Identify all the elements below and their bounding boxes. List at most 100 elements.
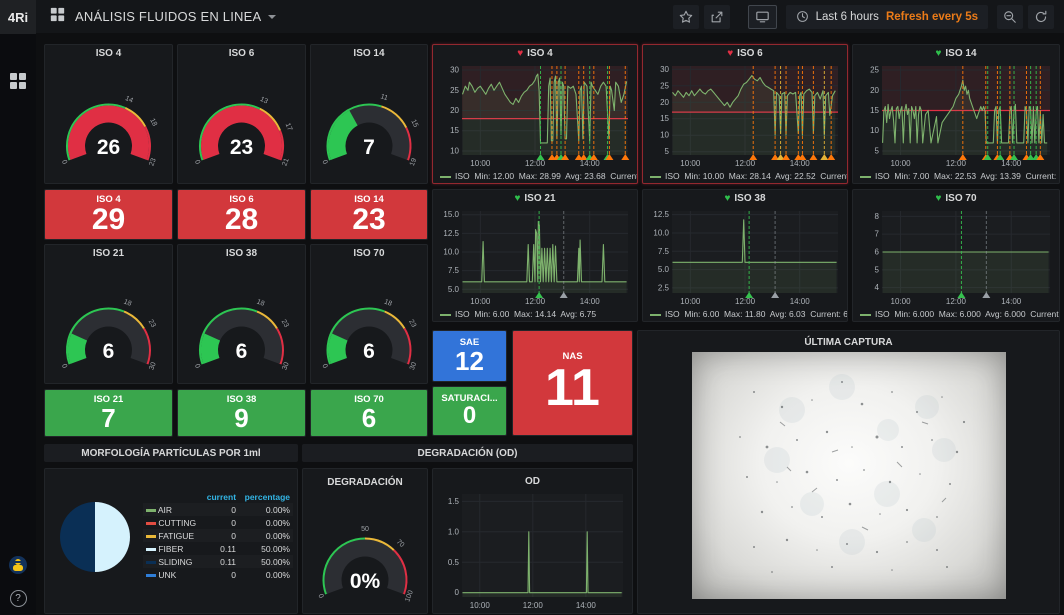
series-swatch <box>146 535 156 538</box>
svg-text:18: 18 <box>123 298 133 307</box>
panel-title[interactable]: ISO 38 <box>178 248 305 259</box>
svg-text:5.0: 5.0 <box>658 265 670 274</box>
panel-title[interactable]: ISO 14 <box>311 48 427 59</box>
stat-iso6[interactable]: ISO 6 28 <box>177 189 306 240</box>
legend-swatch <box>440 314 451 316</box>
svg-text:6: 6 <box>875 248 880 257</box>
refresh-button[interactable] <box>1028 5 1054 29</box>
gauge-iso14[interactable]: 01115197 <box>311 67 427 179</box>
alert-heart-icon: ♥ <box>517 48 523 59</box>
timeseries-chart-iso21[interactable]: 5.07.510.012.515.010:0012:0014:00 <box>437 208 633 307</box>
svg-text:7.5: 7.5 <box>658 247 670 256</box>
zoom-out-button[interactable] <box>997 5 1023 29</box>
tv-mode-button[interactable] <box>748 5 777 29</box>
refresh-interval-label[interactable]: Refresh every 5s <box>886 11 978 23</box>
chevron-down-icon <box>268 15 276 19</box>
user-avatar[interactable] <box>8 555 28 580</box>
legend-column-header[interactable]: current <box>202 491 239 503</box>
stat-saturacion[interactable]: SATURACI... 0 <box>432 386 507 436</box>
dashboard-title[interactable]: ANÁLISIS FLUIDOS EN LINEA <box>75 9 261 24</box>
svg-text:5: 5 <box>875 146 880 155</box>
svg-text:12.5: 12.5 <box>653 210 669 219</box>
legend-row[interactable]: UNK00.00% <box>143 568 293 581</box>
panel-title[interactable]: ÚLTIMA CAPTURA <box>638 337 1059 348</box>
svg-text:10:00: 10:00 <box>891 159 912 168</box>
panel-title[interactable]: ISO 4 <box>45 48 172 59</box>
stat-nas[interactable]: NAS 11 <box>512 330 633 436</box>
svg-text:12:00: 12:00 <box>946 297 967 306</box>
stat-iso38[interactable]: ISO 38 9 <box>177 389 306 437</box>
stat-iso14[interactable]: ISO 14 23 <box>310 189 428 240</box>
panel-title[interactable]: ISO 70 <box>311 248 427 259</box>
gauge-iso70[interactable]: 01823306 <box>311 271 427 383</box>
legend-swatch <box>440 176 451 178</box>
svg-text:14:00: 14:00 <box>576 601 597 610</box>
svg-text:0: 0 <box>193 159 201 165</box>
series-swatch <box>146 548 156 551</box>
share-button[interactable] <box>704 5 730 29</box>
legend-row[interactable]: CUTTING00.00% <box>143 516 293 529</box>
svg-text:8: 8 <box>875 212 880 221</box>
stat-iso21[interactable]: ISO 21 7 <box>44 389 173 437</box>
help-icon[interactable]: ? <box>10 590 27 607</box>
row-header-degradation[interactable]: DEGRADACIÓN (OD) <box>302 444 633 462</box>
stat-iso70[interactable]: ISO 70 6 <box>310 389 428 437</box>
svg-text:0: 0 <box>60 363 68 369</box>
dashboard-grid-icon[interactable] <box>50 7 65 27</box>
morphology-pie-chart[interactable] <box>49 485 141 608</box>
series-swatch <box>146 509 156 512</box>
svg-text:23: 23 <box>407 319 417 329</box>
legend-text: ISO Min: 6.00 Max: 14.14 Avg: 6.75 <box>455 309 596 319</box>
morphology-legend-table: currentpercentage AIR00.00% CUTTING00.00… <box>143 491 293 581</box>
svg-text:6: 6 <box>103 340 115 363</box>
alert-heart-icon: ♥ <box>514 193 520 204</box>
timeseries-chart-iso6[interactable]: 5101520253010:0012:0014:00 <box>647 63 843 169</box>
stat-iso4[interactable]: ISO 4 29 <box>44 189 173 240</box>
svg-text:10: 10 <box>870 126 879 135</box>
svg-text:30: 30 <box>148 361 157 371</box>
legend-row[interactable]: FATIGUE00.00% <box>143 529 293 542</box>
svg-text:7: 7 <box>875 230 880 239</box>
time-range-picker[interactable]: Last 6 hours Refresh every 5s <box>786 5 988 29</box>
gauge-iso6[interactable]: 013172123 <box>178 67 305 179</box>
timeseries-chart-od[interactable]: 00.51.01.510:0012:0014:00 <box>437 491 628 611</box>
panel-title[interactable]: ISO 6 <box>178 48 305 59</box>
svg-text:10: 10 <box>450 146 459 155</box>
dashboards-icon[interactable] <box>9 72 27 95</box>
timeseries-chart-iso14[interactable]: 51015202510:0012:0014:00 <box>857 63 1055 169</box>
svg-text:30: 30 <box>409 361 418 371</box>
panel-title[interactable]: DEGRADACIÓN <box>303 477 427 488</box>
panel-title: ISO 14 <box>945 48 976 59</box>
legend-text: ISO Min: 12.00 Max: 28.99 Avg: 23.68 Cur… <box>455 171 638 181</box>
timeseries-chart-iso4[interactable]: 101520253010:0012:0014:00 <box>437 63 633 169</box>
svg-text:12:00: 12:00 <box>946 159 967 168</box>
gauge-iso38[interactable]: 01823306 <box>178 271 305 383</box>
row-header-morphology[interactable]: MORFOLOGÍA PARTÍCULAS POR 1ml <box>44 444 298 462</box>
svg-text:6: 6 <box>236 340 248 363</box>
stat-value: 29 <box>92 205 125 236</box>
org-logo[interactable]: 4Ri <box>0 0 36 34</box>
svg-text:21: 21 <box>281 157 290 167</box>
svg-text:70: 70 <box>395 538 406 549</box>
gauge-iso4[interactable]: 014182326 <box>45 67 172 179</box>
panel-title[interactable]: ISO 21 <box>45 248 172 259</box>
panel-timeseries-iso4: ♥ISO 4 101520253010:0012:0014:00 ISO Min… <box>432 44 638 184</box>
gauge-degradacion[interactable]: 050701000% <box>303 501 427 613</box>
alert-heart-icon: ♥ <box>724 193 730 204</box>
legend-row[interactable]: SLIDING0.1150.00% <box>143 555 293 568</box>
timeseries-chart-iso70[interactable]: 4567810:0012:0014:00 <box>857 208 1055 307</box>
svg-text:19: 19 <box>409 157 418 167</box>
svg-text:14: 14 <box>124 95 134 105</box>
svg-text:10:00: 10:00 <box>680 159 701 168</box>
svg-text:18: 18 <box>148 117 158 127</box>
legend-row[interactable]: AIR00.00% <box>143 503 293 516</box>
star-button[interactable] <box>673 5 699 29</box>
legend-row[interactable]: FIBER0.1150.00% <box>143 542 293 555</box>
stat-sae[interactable]: SAE 12 <box>432 330 507 382</box>
timeseries-chart-iso38[interactable]: 2.55.07.510.012.510:0012:0014:00 <box>647 208 843 307</box>
gauge-iso21[interactable]: 01823306 <box>45 271 172 383</box>
series-swatch <box>146 522 156 525</box>
legend-column-header[interactable]: percentage <box>239 491 293 503</box>
legend-swatch <box>650 314 661 316</box>
svg-text:12:00: 12:00 <box>523 601 544 610</box>
